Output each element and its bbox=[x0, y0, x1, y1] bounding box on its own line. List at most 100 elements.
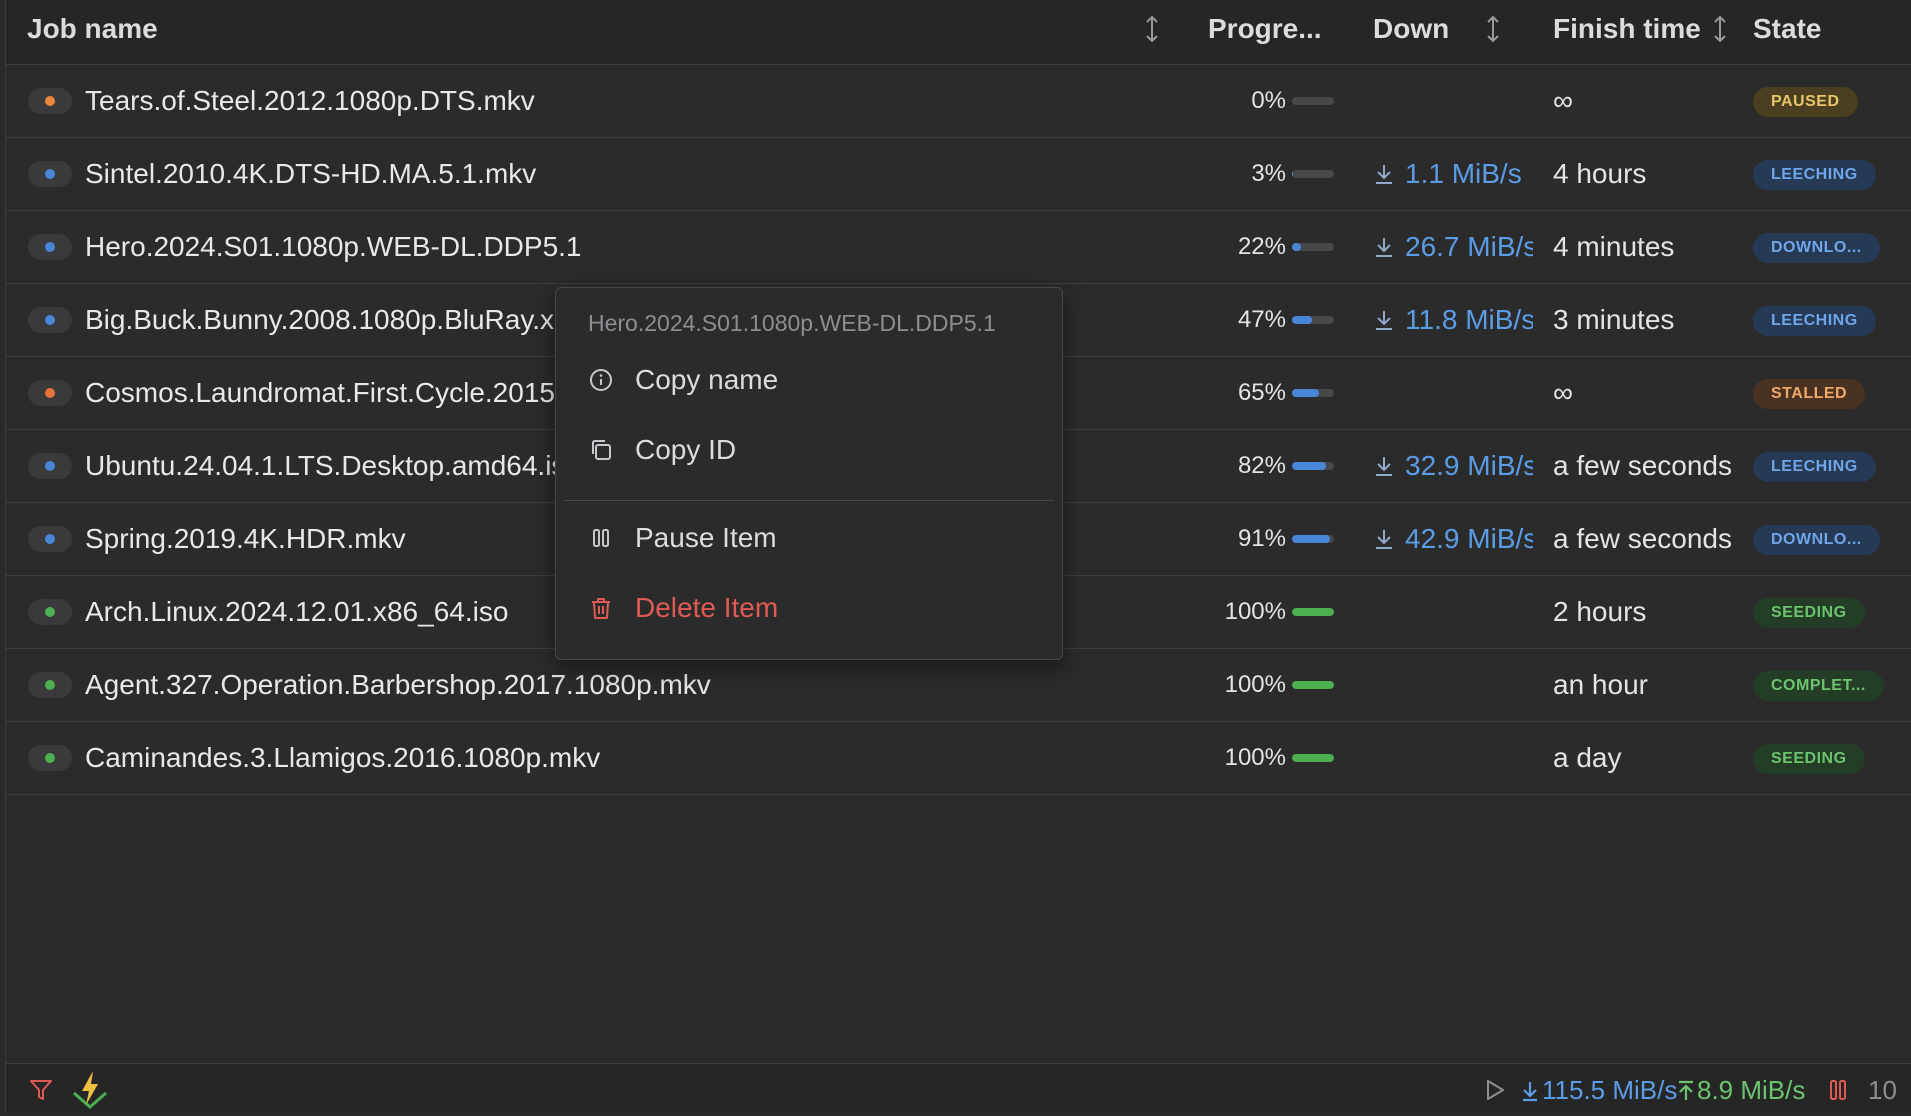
job-list-window: Job name Progre... Down Finish time Stat… bbox=[5, 0, 1911, 1113]
upload-arrow-icon bbox=[1679, 1080, 1693, 1100]
play-icon[interactable] bbox=[1484, 1078, 1506, 1102]
column-header-job-name[interactable]: Job name bbox=[27, 0, 158, 64]
table-row[interactable]: Tears.of.Steel.2012.1080p.DTS.mkv 0% ∞ PAUS… bbox=[6, 65, 1911, 138]
download-speed bbox=[1373, 649, 1533, 721]
state-badge: LEECHING bbox=[1753, 452, 1876, 482]
download-speed: 32.9 MiB/s bbox=[1373, 430, 1533, 502]
progress-bar bbox=[1292, 316, 1334, 324]
copy-name-menu-item[interactable]: Copy name bbox=[556, 349, 1062, 411]
download-arrow-icon bbox=[1523, 1082, 1537, 1102]
finish-time: an hour bbox=[1553, 669, 1648, 700]
context-menu: Hero.2024.S01.1080p.WEB-DL.DDP5.1 Copy n… bbox=[555, 287, 1063, 660]
state-badge: PAUSED bbox=[1753, 87, 1858, 117]
job-name: Hero.2024.S01.1080p.WEB-DL.DDP5.1 bbox=[85, 231, 582, 262]
column-header-state[interactable]: State bbox=[1753, 0, 1821, 64]
status-dot bbox=[28, 234, 72, 260]
progress-bar bbox=[1292, 754, 1334, 762]
pause-item-menu-item[interactable]: Pause Item bbox=[556, 507, 1062, 569]
progress-percent: 100% bbox=[1224, 598, 1286, 625]
download-speed bbox=[1373, 722, 1533, 794]
progress-bar-fill bbox=[1292, 608, 1334, 616]
download-speed: 26.7 MiB/s bbox=[1373, 211, 1533, 283]
status-bar: 115.5 MiB/s 8.9 MiB/s 10 bbox=[6, 1063, 1911, 1113]
finish-time: a few seconds bbox=[1553, 523, 1732, 554]
progress-percent: 100% bbox=[1224, 671, 1286, 698]
progress-bar-fill bbox=[1292, 316, 1312, 324]
sort-icon[interactable] bbox=[1143, 14, 1161, 44]
pause-item-label: Pause Item bbox=[635, 522, 777, 553]
download-arrow-icon bbox=[1376, 164, 1392, 184]
pause-all-icon[interactable] bbox=[1828, 1078, 1848, 1102]
table-row[interactable]: Caminandes.3.Llamigos.2016.1080p.mkv 100%… bbox=[6, 722, 1911, 795]
download-speed: 1.1 MiB/s bbox=[1373, 138, 1533, 210]
status-dot bbox=[28, 745, 72, 771]
column-header-finish-time[interactable]: Finish time bbox=[1553, 0, 1701, 64]
progress-bar bbox=[1292, 170, 1334, 178]
status-dot bbox=[28, 599, 72, 625]
progress-percent: 65% bbox=[1237, 379, 1286, 406]
table-row[interactable]: Sintel.2010.4K.DTS-HD.MA.5.1.mkv 3% 1.1 Mi… bbox=[6, 138, 1911, 211]
download-speed-value: 42.9 MiB/s bbox=[1405, 523, 1533, 554]
progress-bar bbox=[1292, 389, 1334, 397]
state-badge: SEEDING bbox=[1753, 744, 1865, 774]
total-down-speed: 115.5 MiB/s bbox=[1542, 1075, 1678, 1105]
progress-bar bbox=[1292, 681, 1334, 689]
table-row[interactable]: Hero.2024.S01.1080p.WEB-DL.DDP5.1 22% 26.7… bbox=[6, 211, 1911, 284]
download-speed: 11.8 MiB/s bbox=[1373, 284, 1533, 356]
download-speed-value: 32.9 MiB/s bbox=[1405, 450, 1533, 481]
copy-id-menu-item[interactable]: Copy ID bbox=[556, 419, 1062, 481]
download-arrow-icon bbox=[1376, 456, 1392, 476]
copy-name-label: Copy name bbox=[635, 364, 779, 395]
download-arrow-icon bbox=[1376, 237, 1392, 257]
info-icon bbox=[590, 369, 612, 391]
progress-percent: 22% bbox=[1237, 233, 1286, 260]
status-dot bbox=[28, 453, 72, 479]
finish-time: a day bbox=[1553, 742, 1622, 773]
copy-icon bbox=[592, 440, 611, 460]
delete-item-menu-item[interactable]: Delete Item bbox=[556, 577, 1062, 639]
progress-bar-fill bbox=[1292, 243, 1302, 251]
progress-bar bbox=[1292, 462, 1334, 470]
finish-time: a few seconds bbox=[1553, 450, 1732, 481]
lightning-icon[interactable] bbox=[70, 1069, 110, 1109]
status-dot bbox=[28, 672, 72, 698]
status-dot bbox=[28, 380, 72, 406]
progress-bar-fill bbox=[1292, 170, 1294, 178]
progress-percent: 82% bbox=[1237, 452, 1286, 479]
filter-icon[interactable] bbox=[28, 1077, 54, 1103]
table-header: Job name Progre... Down Finish time Stat… bbox=[6, 0, 1911, 65]
download-speed: 42.9 MiB/s bbox=[1373, 503, 1533, 575]
download-arrow-icon bbox=[1376, 529, 1392, 549]
progress-percent: 100% bbox=[1224, 744, 1286, 771]
progress-bar-fill bbox=[1292, 535, 1331, 543]
finish-time: 3 minutes bbox=[1553, 304, 1675, 335]
column-header-down[interactable]: Down bbox=[1373, 0, 1449, 64]
status-dot bbox=[28, 307, 72, 333]
progress-percent: 3% bbox=[1251, 160, 1286, 187]
download-speed-value: 1.1 MiB/s bbox=[1405, 158, 1522, 189]
sort-icon[interactable] bbox=[1711, 14, 1729, 44]
status-dot bbox=[28, 161, 72, 187]
job-name: Tears.of.Steel.2012.1080p.DTS.mkv bbox=[85, 85, 535, 116]
finish-time: 4 minutes bbox=[1553, 231, 1675, 262]
menu-divider bbox=[564, 500, 1054, 501]
state-badge: COMPLET... bbox=[1753, 671, 1884, 701]
progress-bar bbox=[1292, 608, 1334, 616]
progress-bar bbox=[1292, 97, 1334, 105]
sort-icon[interactable] bbox=[1484, 14, 1502, 44]
job-name: Arch.Linux.2024.12.01.x86_64.iso bbox=[85, 596, 509, 627]
download-speed bbox=[1373, 65, 1533, 137]
download-speed bbox=[1373, 576, 1533, 648]
progress-bar-fill bbox=[1292, 681, 1334, 689]
total-up-speed: 8.9 MiB/s bbox=[1697, 1075, 1806, 1105]
download-speed-value: 11.8 MiB/s bbox=[1405, 304, 1533, 335]
status-dot bbox=[28, 88, 72, 114]
progress-bar-fill bbox=[1292, 754, 1334, 762]
job-name: Ubuntu.24.04.1.LTS.Desktop.amd64.iso bbox=[85, 450, 582, 481]
finish-time: 2 hours bbox=[1553, 596, 1647, 627]
job-name: Spring.2019.4K.HDR.mkv bbox=[85, 523, 406, 554]
finish-time: ∞ bbox=[1553, 377, 1573, 408]
state-badge: LEECHING bbox=[1753, 160, 1876, 190]
state-badge: SEEDING bbox=[1753, 598, 1865, 628]
column-header-progress[interactable]: Progre... bbox=[1208, 0, 1322, 64]
